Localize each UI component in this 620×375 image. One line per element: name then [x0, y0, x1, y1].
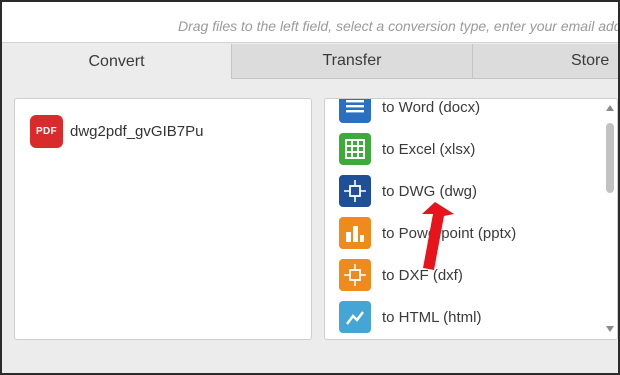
powerpoint-icon — [339, 217, 371, 249]
scroll-down-icon[interactable] — [606, 326, 614, 332]
scroll-thumb[interactable] — [606, 123, 614, 193]
tab-bar: Convert Transfer Store — [2, 44, 618, 79]
conversion-scrollbar[interactable] — [603, 99, 617, 339]
file-drop-area[interactable]: PDF dwg2pdf_gvGIB7Pu — [14, 98, 312, 340]
conversion-item-dwg[interactable]: to DWG (dwg) — [339, 170, 599, 212]
html-icon — [339, 301, 371, 333]
conversion-label: to DXF (dxf) — [382, 266, 463, 284]
pdf-icon: PDF — [30, 115, 63, 148]
tab-store[interactable]: Store — [472, 44, 618, 79]
dwg-icon — [339, 175, 371, 207]
conversion-label: to DWG (dwg) — [382, 182, 478, 200]
instruction-text: Drag files to the left field, select a c… — [178, 18, 618, 34]
conversion-label: to Powerpoint (pptx) — [382, 224, 517, 242]
conversion-item-dxf[interactable]: to DXF (dxf) — [339, 254, 599, 296]
file-item[interactable]: PDF dwg2pdf_gvGIB7Pu — [30, 115, 203, 148]
scroll-up-icon[interactable] — [606, 105, 614, 111]
excel-icon — [339, 133, 371, 165]
conversion-item-powerpoint[interactable]: to Powerpoint (pptx) — [339, 212, 599, 254]
word-icon — [339, 99, 371, 123]
dxf-icon — [339, 259, 371, 291]
file-name: dwg2pdf_gvGIB7Pu — [70, 123, 204, 140]
conversion-list-panel: to Word (docx) to Excel (xlsx) to DWG (d… — [324, 98, 618, 340]
conversion-label: to Word (docx) — [382, 98, 481, 116]
converter-window: Drag files to the left field, select a c… — [0, 0, 620, 375]
conversion-item-html[interactable]: to HTML (html) — [339, 296, 599, 338]
conversion-item-word[interactable]: to Word (docx) — [339, 98, 599, 128]
conversion-list: to Word (docx) to Excel (xlsx) to DWG (d… — [339, 98, 599, 338]
tab-transfer[interactable]: Transfer — [231, 44, 472, 79]
conversion-label: to HTML (html) — [382, 308, 482, 326]
instruction-bar: Drag files to the left field, select a c… — [2, 2, 618, 43]
conversion-item-excel[interactable]: to Excel (xlsx) — [339, 128, 599, 170]
conversion-label: to Excel (xlsx) — [382, 140, 476, 158]
tab-convert[interactable]: Convert — [2, 44, 231, 79]
